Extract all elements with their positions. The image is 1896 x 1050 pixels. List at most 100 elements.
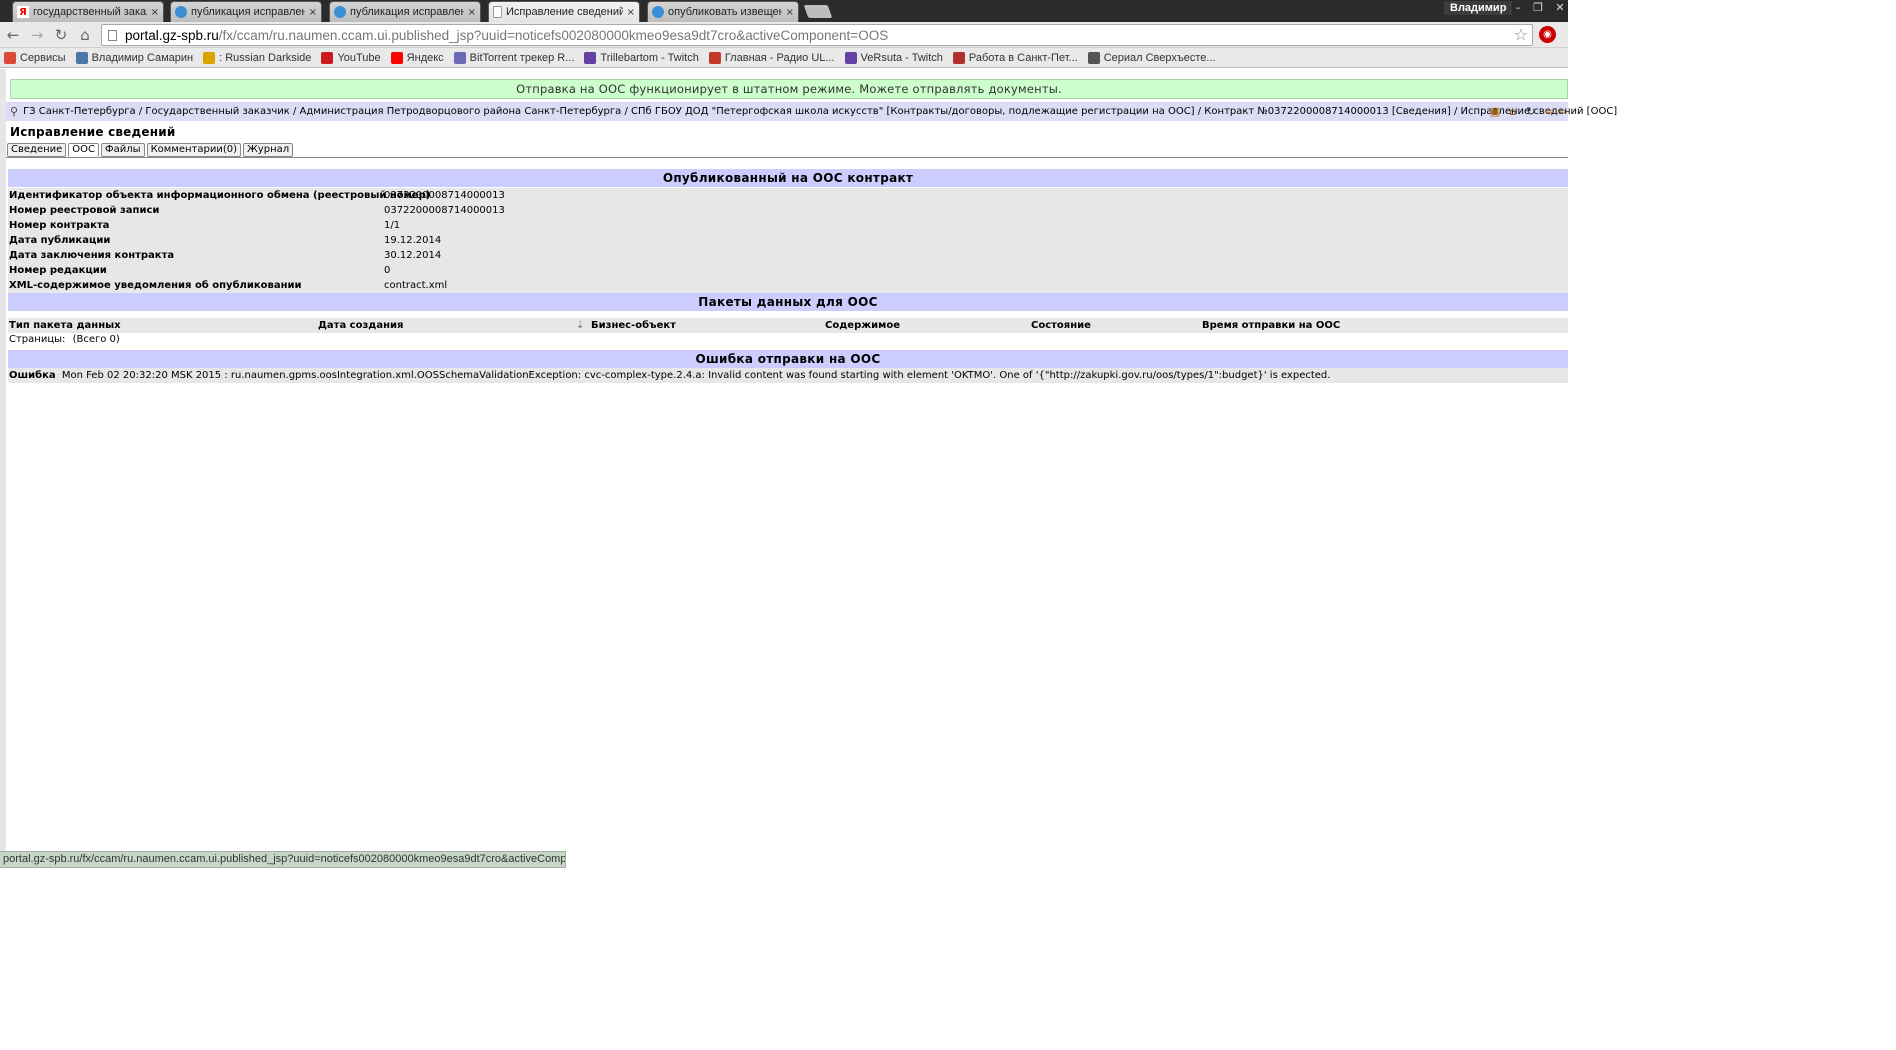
section-published-contract: Опубликованный на ООС контракт xyxy=(8,169,1568,187)
bookmark-item[interactable]: BitTorrent трекер R... xyxy=(453,51,574,64)
breadcrumb-text[interactable]: ГЗ Санкт-Петербурга / Государственный за… xyxy=(23,106,1617,117)
status-bar-url: portal.gz-spb.ru/fx/ccam/ru.naumen.ccam.… xyxy=(0,851,566,868)
row-value: 1/1 xyxy=(384,220,401,231)
browser-tab-title: Исправление сведений xyxy=(506,6,623,18)
browser-tab-title: опубликовать извещени xyxy=(668,6,782,18)
tab-oos[interactable]: ООС xyxy=(68,143,100,157)
page-tabs: Сведение ООС Файлы Комментарии(0) Журнал xyxy=(7,143,295,157)
star-icon[interactable]: ☆ xyxy=(1514,25,1528,45)
row-value[interactable]: contract.xml xyxy=(384,278,447,293)
back-arrow-icon[interactable]: ← xyxy=(3,25,23,45)
restore-icon[interactable]: ❐ xyxy=(1528,0,1548,15)
bookmarks-bar: Сервисы Владимир Самарин : Russian Darksid… xyxy=(0,48,1568,68)
browser-tab-5[interactable]: опубликовать извещени × xyxy=(647,1,799,22)
column-header[interactable]: Бизнес-объект xyxy=(591,318,676,333)
bookmark-item[interactable]: VeRsuta - Twitch xyxy=(844,51,943,64)
globe-icon xyxy=(334,6,346,18)
close-icon[interactable]: × xyxy=(151,7,159,18)
table-row: Номер реестровой записи 03722000087140000… xyxy=(8,203,1568,218)
column-header[interactable]: Время отправки на ООС xyxy=(1202,318,1340,333)
breadcrumb: ⚲ ГЗ Санкт-Петербурга / Государственный … xyxy=(6,102,1617,121)
up-icon[interactable]: ⇐ xyxy=(1558,104,1568,119)
darkside-icon xyxy=(203,51,216,64)
globe-icon xyxy=(175,6,187,18)
minimize-icon[interactable]: – xyxy=(1508,0,1528,15)
column-header[interactable]: Состояние xyxy=(1031,318,1091,333)
home-icon[interactable]: ⌂ xyxy=(75,25,95,45)
twitch-icon xyxy=(844,51,857,64)
row-label: XML-содержимое уведомления об опубликова… xyxy=(9,280,302,291)
back-icon[interactable]: ⇐ xyxy=(1540,104,1558,119)
row-label: Номер контракта xyxy=(9,220,110,231)
apps-icon xyxy=(4,51,16,64)
column-header[interactable]: Содержимое xyxy=(825,318,900,333)
vk-icon xyxy=(75,51,88,64)
table-row: Номер контракта 1/1 xyxy=(8,218,1568,233)
bookmark-item[interactable]: Владимир Самарин xyxy=(75,51,193,64)
hierarchy-icon: ⚲ xyxy=(10,105,19,118)
browser-tab-4[interactable]: Исправление сведений × xyxy=(488,1,640,22)
row-label: Дата публикации xyxy=(9,235,111,246)
bookmark-item[interactable]: Сериал Сверхъесте... xyxy=(1087,51,1216,64)
table-row: XML-содержимое уведомления об опубликова… xyxy=(8,278,1568,293)
globe-icon xyxy=(652,6,664,18)
browser-toolbar: ← → ↻ ⌂ portal.gz-spb.ru/fx/ccam/ru.naum… xyxy=(0,22,1568,48)
browser-tab-title: публикация исправлени xyxy=(191,6,305,18)
tab-comments[interactable]: Комментарии(0) xyxy=(146,143,242,157)
home-icon[interactable]: ⌂ xyxy=(1504,104,1522,119)
twitch-icon xyxy=(584,51,597,64)
tab-svedenie[interactable]: Сведение xyxy=(7,143,67,157)
bookmark-label: Главная - Радио UL... xyxy=(724,51,835,64)
table-row: Идентификатор объекта информационного об… xyxy=(8,188,1568,203)
row-value: 0372200008714000013 xyxy=(384,190,505,201)
address-bar[interactable]: portal.gz-spb.ru/fx/ccam/ru.naumen.ccam.… xyxy=(101,24,1533,46)
page-info-icon[interactable] xyxy=(108,29,117,41)
bookmark-item[interactable]: Работа в Санкт-Пет... xyxy=(952,51,1078,64)
adblock-icon[interactable]: ◉ xyxy=(1539,26,1556,43)
tab-journal[interactable]: Журнал xyxy=(243,143,294,157)
section-send-error: Ошибка отправки на ООС xyxy=(8,350,1568,368)
reload-icon[interactable]: ↻ xyxy=(51,25,71,45)
row-label: Дата заключения контракта xyxy=(9,250,175,261)
browser-tab-1[interactable]: Я государственный заказ с × xyxy=(12,1,164,22)
folder-icon[interactable]: ▣ xyxy=(1486,104,1504,119)
new-tab-button[interactable] xyxy=(803,5,833,18)
bookmark-item[interactable]: Главная - Радио UL... xyxy=(708,51,835,64)
error-row: Ошибка Mon Feb 02 20:32:20 MSK 2015 : ru… xyxy=(8,368,1568,383)
bookmark-item[interactable]: Сервисы xyxy=(4,51,66,64)
bookmark-item[interactable]: Яндекс xyxy=(390,51,444,64)
sort-down-icon[interactable]: ⇣ xyxy=(576,318,584,333)
bookmark-label: VeRsuta - Twitch xyxy=(860,51,943,64)
bookmark-label: : Russian Darkside xyxy=(219,51,312,64)
column-header[interactable]: Дата создания xyxy=(318,318,403,333)
forward-arrow-icon[interactable]: → xyxy=(27,25,47,45)
tabs-divider xyxy=(6,157,1568,158)
series-icon xyxy=(1087,51,1100,64)
profile-name[interactable]: Владимир xyxy=(1444,1,1513,15)
row-label: Идентификатор объекта информационного об… xyxy=(9,190,431,201)
bookmark-item[interactable]: : Russian Darkside xyxy=(203,51,312,64)
status-notice: Отправка на ООС функционирует в штатном … xyxy=(10,79,1568,99)
tab-files[interactable]: Файлы xyxy=(101,143,145,157)
bookmark-label: Работа в Санкт-Пет... xyxy=(968,51,1078,64)
page-content: Отправка на ООС функционирует в штатном … xyxy=(0,69,1617,851)
close-icon[interactable]: × xyxy=(468,7,476,18)
close-icon[interactable]: × xyxy=(786,7,794,18)
pager: Страницы: (Всего 0) xyxy=(9,334,120,345)
close-icon[interactable]: × xyxy=(309,7,317,18)
bookmark-label: Trillebartom - Twitch xyxy=(600,51,699,64)
radio-icon xyxy=(708,51,721,64)
close-window-icon[interactable]: ✕ xyxy=(1550,0,1570,15)
row-value: 19.12.2014 xyxy=(384,235,442,246)
browser-tab-2[interactable]: публикация исправлени × xyxy=(170,1,322,22)
browser-tab-3[interactable]: публикация исправлени × xyxy=(329,1,481,22)
refresh-icon[interactable]: ↻ xyxy=(1522,104,1540,119)
bookmark-item[interactable]: YouTube xyxy=(321,51,381,64)
close-icon[interactable]: × xyxy=(627,7,635,18)
column-header[interactable]: Тип пакета данных xyxy=(9,318,121,333)
bookmark-item[interactable]: Trillebartom - Twitch xyxy=(584,51,699,64)
row-value: 0 xyxy=(384,265,391,276)
error-label: Ошибка xyxy=(9,370,56,381)
bookmark-label: Яндекс xyxy=(406,51,444,64)
pager-label: Страницы: xyxy=(9,334,66,345)
